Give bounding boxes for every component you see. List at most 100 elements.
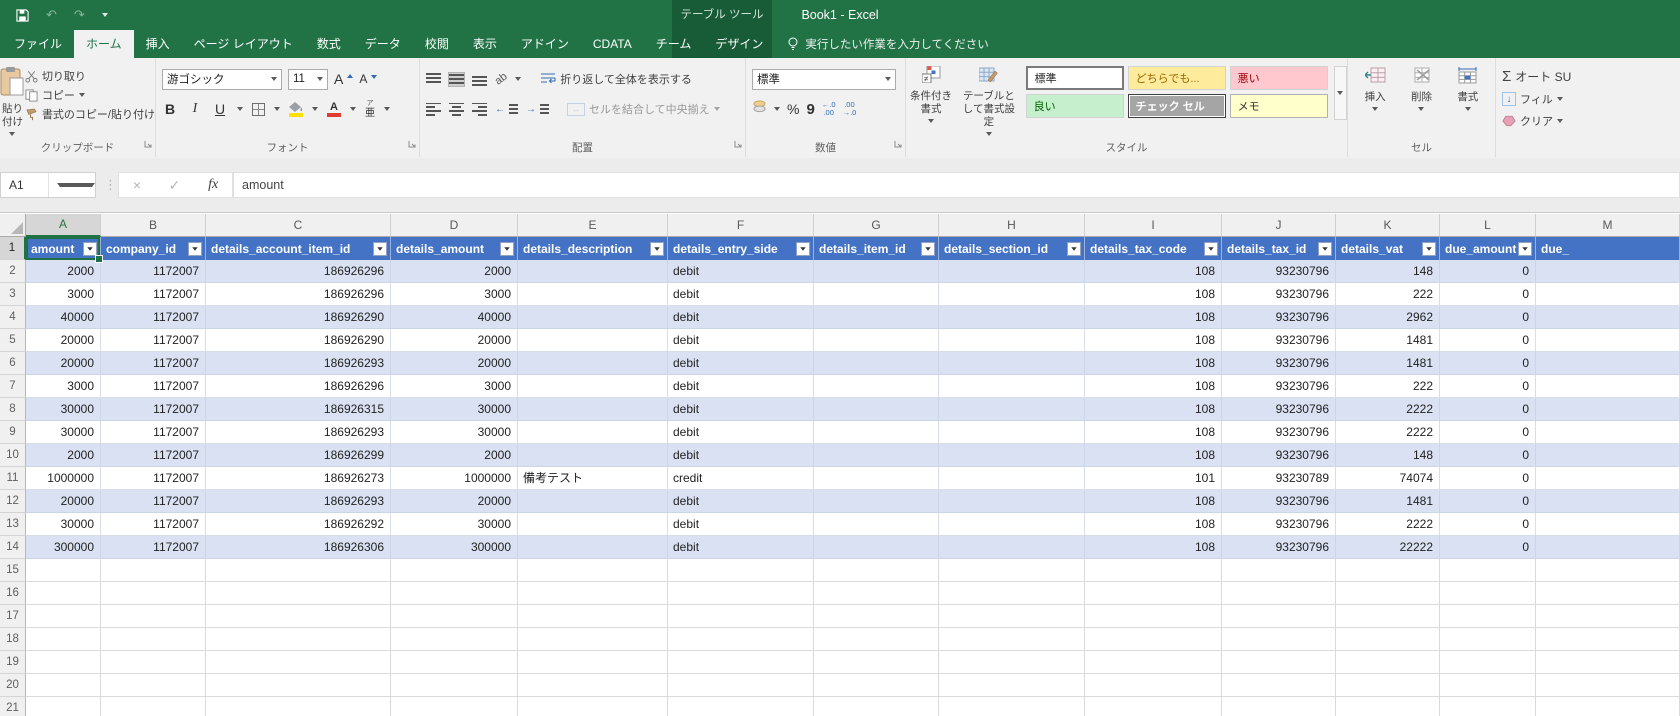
cell-C11[interactable]: 186926273 — [206, 467, 391, 490]
tab-表示[interactable]: 表示 — [461, 30, 509, 58]
row-header-5[interactable]: 5 — [0, 329, 26, 352]
cell-F7[interactable]: debit — [668, 375, 814, 398]
cell-J18[interactable] — [1222, 628, 1336, 651]
cell-D15[interactable] — [391, 559, 518, 582]
row-header-2[interactable]: 2 — [0, 260, 26, 283]
cell-L12[interactable]: 0 — [1440, 490, 1536, 513]
cell-G3[interactable] — [814, 283, 939, 306]
cell-C3[interactable]: 186926296 — [206, 283, 391, 306]
cell-D18[interactable] — [391, 628, 518, 651]
gallery-more-button[interactable] — [1333, 66, 1347, 120]
cell-M20[interactable] — [1536, 674, 1680, 697]
filter-dropdown-icon[interactable] — [83, 241, 97, 256]
cell-B19[interactable] — [101, 651, 206, 674]
filter-dropdown-icon[interactable] — [1204, 241, 1218, 256]
cell-H17[interactable] — [939, 605, 1085, 628]
insert-function-icon[interactable]: fx — [208, 177, 218, 193]
cell-H2[interactable] — [939, 260, 1085, 283]
cell-K7[interactable]: 222 — [1336, 375, 1440, 398]
align-left-icon[interactable] — [426, 102, 441, 116]
cell-A7[interactable]: 3000 — [26, 375, 101, 398]
cell-E6[interactable] — [518, 352, 668, 375]
cell-H7[interactable] — [939, 375, 1085, 398]
cell-M17[interactable] — [1536, 605, 1680, 628]
cell-J3[interactable]: 93230796 — [1222, 283, 1336, 306]
cell-D2[interactable]: 2000 — [391, 260, 518, 283]
phonetic-caret-icon[interactable] — [384, 107, 390, 111]
row-header-13[interactable]: 13 — [0, 513, 26, 536]
cell-C18[interactable] — [206, 628, 391, 651]
cell-D17[interactable] — [391, 605, 518, 628]
cell-F6[interactable]: debit — [668, 352, 814, 375]
format-painter-button[interactable]: 書式のコピー/貼り付け — [25, 106, 155, 122]
row-header-15[interactable]: 15 — [0, 559, 26, 582]
cell-C16[interactable] — [206, 582, 391, 605]
cell-C14[interactable]: 186926306 — [206, 536, 391, 559]
cell-A8[interactable]: 30000 — [26, 398, 101, 421]
cell-M11[interactable] — [1536, 467, 1680, 490]
cell-F20[interactable] — [668, 674, 814, 697]
cell-K13[interactable]: 2222 — [1336, 513, 1440, 536]
cell-B21[interactable] — [101, 697, 206, 716]
cell-G11[interactable] — [814, 467, 939, 490]
cell-K20[interactable] — [1336, 674, 1440, 697]
column-header-I[interactable]: I — [1085, 214, 1222, 237]
cell-G21[interactable] — [814, 697, 939, 716]
cell-C19[interactable] — [206, 651, 391, 674]
cell-E1[interactable]: details_description — [518, 237, 668, 260]
orientation-icon[interactable]: ab — [493, 71, 510, 88]
cell-E10[interactable] — [518, 444, 668, 467]
align-center-icon[interactable] — [449, 102, 464, 116]
comma-style-icon[interactable]: 9 — [806, 101, 814, 118]
tab-デザイン[interactable]: デザイン — [703, 30, 775, 58]
cell-G16[interactable] — [814, 582, 939, 605]
font-color-caret-icon[interactable] — [350, 107, 356, 111]
cell-H19[interactable] — [939, 651, 1085, 674]
number-format-combo[interactable]: 標準 — [752, 68, 896, 90]
cell-style-標準[interactable]: 標準 — [1025, 66, 1124, 90]
cell-L14[interactable]: 0 — [1440, 536, 1536, 559]
save-icon[interactable] — [16, 8, 29, 22]
tab-チーム[interactable]: チーム — [644, 30, 704, 58]
cell-M10[interactable] — [1536, 444, 1680, 467]
cell-D6[interactable]: 20000 — [391, 352, 518, 375]
row-header-6[interactable]: 6 — [0, 352, 26, 375]
filter-dropdown-icon[interactable] — [1518, 241, 1532, 256]
cell-J5[interactable]: 93230796 — [1222, 329, 1336, 352]
cell-J13[interactable]: 93230796 — [1222, 513, 1336, 536]
cell-L10[interactable]: 0 — [1440, 444, 1536, 467]
cell-J2[interactable]: 93230796 — [1222, 260, 1336, 283]
cell-C15[interactable] — [206, 559, 391, 582]
filter-dropdown-icon[interactable] — [500, 241, 514, 256]
cut-button[interactable]: 切り取り — [25, 68, 155, 84]
formula-input[interactable]: amount — [233, 172, 1680, 198]
cell-B2[interactable]: 1172007 — [101, 260, 206, 283]
row-header-9[interactable]: 9 — [0, 421, 26, 444]
cell-H10[interactable] — [939, 444, 1085, 467]
cell-I5[interactable]: 108 — [1085, 329, 1222, 352]
cell-M6[interactable] — [1536, 352, 1680, 375]
cell-I17[interactable] — [1085, 605, 1222, 628]
tab-ページ レイアウト[interactable]: ページ レイアウト — [182, 30, 305, 58]
cell-D1[interactable]: details_amount — [391, 237, 518, 260]
cell-H14[interactable] — [939, 536, 1085, 559]
cell-F10[interactable]: debit — [668, 444, 814, 467]
cell-B4[interactable]: 1172007 — [101, 306, 206, 329]
cell-M4[interactable] — [1536, 306, 1680, 329]
cell-A4[interactable]: 40000 — [26, 306, 101, 329]
tab-CDATA[interactable]: CDATA — [581, 30, 644, 58]
cell-I20[interactable] — [1085, 674, 1222, 697]
tab-挿入[interactable]: 挿入 — [134, 30, 182, 58]
column-header-J[interactable]: J — [1222, 214, 1336, 237]
cell-G6[interactable] — [814, 352, 939, 375]
select-all-corner[interactable] — [0, 214, 26, 237]
column-header-M[interactable]: M — [1536, 214, 1680, 237]
column-header-L[interactable]: L — [1440, 214, 1536, 237]
cell-style-チェック セル[interactable]: チェック セル — [1127, 94, 1226, 118]
cell-K1[interactable]: details_vat — [1336, 237, 1440, 260]
cell-style-どちらでも...[interactable]: どちらでも... — [1127, 66, 1226, 90]
cell-A14[interactable]: 300000 — [26, 536, 101, 559]
cell-F13[interactable]: debit — [668, 513, 814, 536]
phonetic-guide-icon[interactable]: ア 亜 — [365, 99, 375, 119]
cell-D14[interactable]: 300000 — [391, 536, 518, 559]
